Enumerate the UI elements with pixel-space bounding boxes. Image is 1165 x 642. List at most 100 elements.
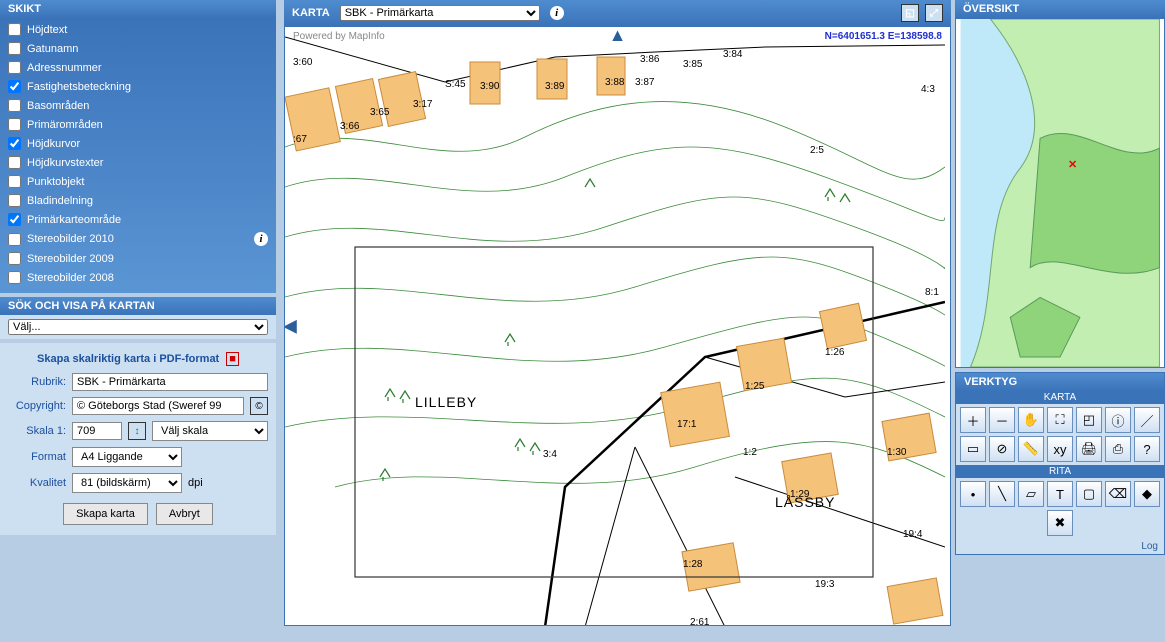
- svg-text:2:61: 2:61: [690, 617, 710, 626]
- draw-point-button[interactable]: •: [960, 481, 986, 507]
- tools-header: VERKTYG: [956, 373, 1164, 391]
- scroll-up-icon[interactable]: ▲: [609, 26, 627, 46]
- rubrik-label: Rubrik:: [8, 376, 66, 388]
- svg-text:3:17: 3:17: [413, 99, 433, 110]
- tools-subhead-karta: KARTA: [956, 391, 1164, 404]
- layer-item: Stereobilder 2008: [8, 268, 268, 287]
- info-area-button[interactable]: ▭: [960, 436, 986, 462]
- layer-checkbox[interactable]: [8, 271, 21, 284]
- map-canvas[interactable]: ▲ ◀ Powered by MapInfo N=6401651.3 E=138…: [284, 26, 951, 626]
- skala-input[interactable]: [72, 422, 122, 440]
- kvalitet-select[interactable]: 81 (bildskärm): [72, 473, 182, 493]
- layer-item: Punktobjekt: [8, 172, 268, 191]
- layer-item: Stereobilder 2010i: [8, 229, 268, 249]
- cancel-button[interactable]: Avbryt: [156, 503, 213, 525]
- info-line-button[interactable]: ／: [1134, 407, 1160, 433]
- svg-text:19:4: 19:4: [903, 529, 923, 540]
- layer-checkbox[interactable]: [8, 80, 21, 93]
- draw-text-button[interactable]: T: [1047, 481, 1073, 507]
- layer-label: Adressnummer: [27, 62, 102, 74]
- layer-checkbox[interactable]: [8, 61, 21, 74]
- rubrik-input[interactable]: [72, 373, 268, 391]
- info-point-button[interactable]: ⓘ: [1105, 407, 1131, 433]
- layer-checkbox[interactable]: [8, 118, 21, 131]
- map-window-icon[interactable]: ◱: [901, 4, 919, 22]
- svg-text:2:5: 2:5: [810, 145, 824, 156]
- log-link[interactable]: Log: [956, 539, 1164, 554]
- overview-map[interactable]: ✕: [955, 18, 1165, 368]
- overview-marker-icon: ✕: [1068, 159, 1077, 171]
- svg-text:3:4: 3:4: [543, 449, 557, 460]
- coords-button[interactable]: xy: [1047, 436, 1073, 462]
- layer-item: Adressnummer: [8, 58, 268, 77]
- map-fullscreen-icon[interactable]: ⤢: [925, 4, 943, 22]
- copyright-lock-icon[interactable]: ©: [250, 397, 268, 415]
- draw-poly-button[interactable]: ▱: [1018, 481, 1044, 507]
- svg-text:1:29: 1:29: [790, 489, 810, 500]
- svg-text:3:90: 3:90: [480, 81, 500, 92]
- layer-checkbox[interactable]: [8, 99, 21, 112]
- svg-text:1:2: 1:2: [743, 447, 757, 458]
- layer-item: Gatunamn: [8, 39, 268, 58]
- pdf-icon: ■: [226, 352, 239, 366]
- overview-header: ÖVERSIKT: [955, 0, 1165, 18]
- map-attribution: Powered by MapInfo: [293, 31, 385, 42]
- layer-item: Stereobilder 2009: [8, 249, 268, 268]
- pdf-title: Skapa skalriktig karta i PDF-format: [37, 353, 219, 365]
- layer-checkbox[interactable]: [8, 137, 21, 150]
- layer-checkbox[interactable]: [8, 252, 21, 265]
- svg-text:17:1: 17:1: [677, 419, 697, 430]
- draw-line-button[interactable]: ╲: [989, 481, 1015, 507]
- layer-label: Stereobilder 2008: [27, 272, 114, 284]
- map-coordinates: N=6401651.3 E=138598.8: [825, 31, 942, 42]
- svg-text:3:66: 3:66: [340, 121, 360, 132]
- layer-label: Punktobjekt: [27, 176, 84, 188]
- skala-refresh-icon[interactable]: ↕: [128, 422, 146, 440]
- info-off-button[interactable]: ⊘: [989, 436, 1015, 462]
- layer-item: Basområden: [8, 96, 268, 115]
- svg-text:19:3: 19:3: [815, 579, 835, 590]
- layer-label: Höjdkurvstexter: [27, 157, 103, 169]
- layer-checkbox[interactable]: [8, 233, 21, 246]
- svg-text:S:45: S:45: [445, 79, 466, 90]
- map-info-icon[interactable]: i: [550, 6, 564, 20]
- pdf-button[interactable]: ⎙: [1105, 436, 1131, 462]
- color-button[interactable]: ◆: [1134, 481, 1160, 507]
- layer-checkbox[interactable]: [8, 213, 21, 226]
- layer-checkbox[interactable]: [8, 156, 21, 169]
- copyright-label: Copyright:: [8, 400, 66, 412]
- map-layer-select[interactable]: SBK - Primärkarta: [340, 5, 540, 21]
- zoom-extent-button[interactable]: ⛶: [1047, 407, 1073, 433]
- create-map-button[interactable]: Skapa karta: [63, 503, 148, 525]
- svg-text:4:3: 4:3: [921, 84, 935, 95]
- layer-label: Primärkarteområde: [27, 214, 121, 226]
- copyright-input[interactable]: [72, 397, 244, 415]
- pan-button[interactable]: ✋: [1018, 407, 1044, 433]
- layer-item: Fastighetsbeteckning: [8, 77, 268, 96]
- svg-text:3:86: 3:86: [640, 54, 660, 65]
- search-select[interactable]: Välj...: [8, 319, 268, 335]
- valjskala-select[interactable]: Välj skala: [152, 421, 268, 441]
- erase-button[interactable]: ⌫: [1105, 481, 1131, 507]
- svg-text:3:89: 3:89: [545, 81, 565, 92]
- layer-label: Bladindelning: [27, 195, 93, 207]
- zoom-window-button[interactable]: ◰: [1076, 407, 1102, 433]
- layer-checkbox[interactable]: [8, 42, 21, 55]
- draw-rect-button[interactable]: ▢: [1076, 481, 1102, 507]
- zoom-in-button[interactable]: ＋: [960, 407, 986, 433]
- kvalitet-label: Kvalitet: [8, 477, 66, 489]
- layer-item: Höjdtext: [8, 20, 268, 39]
- layer-info-icon[interactable]: i: [254, 232, 268, 246]
- layer-checkbox[interactable]: [8, 23, 21, 36]
- layer-checkbox[interactable]: [8, 194, 21, 207]
- delete-button[interactable]: ✖: [1047, 510, 1073, 536]
- layer-checkbox[interactable]: [8, 175, 21, 188]
- print-button[interactable]: 🖨: [1076, 436, 1102, 462]
- zoom-out-button[interactable]: －: [989, 407, 1015, 433]
- scroll-left-icon[interactable]: ◀: [284, 316, 297, 337]
- layer-label: Fastighetsbeteckning: [27, 81, 131, 93]
- layer-item: Höjdkurvstexter: [8, 153, 268, 172]
- measure-button[interactable]: 📏: [1018, 436, 1044, 462]
- format-select[interactable]: A4 Liggande: [72, 447, 182, 467]
- help-button[interactable]: ?: [1134, 436, 1160, 462]
